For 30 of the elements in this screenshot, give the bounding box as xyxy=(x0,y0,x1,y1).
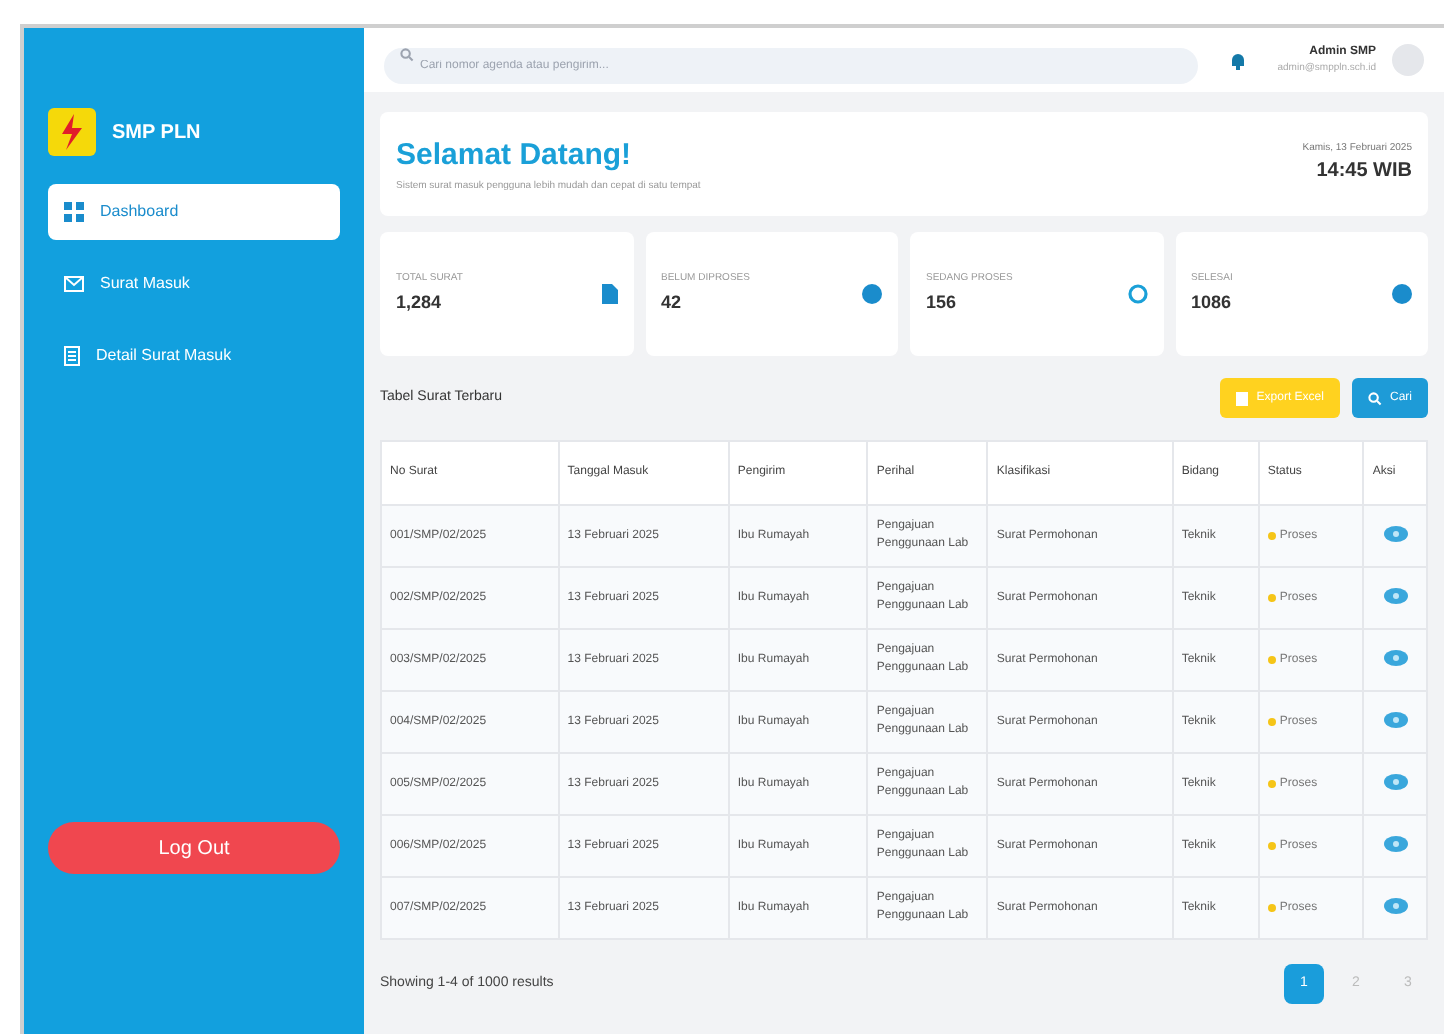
logout-button[interactable]: Log Out xyxy=(48,822,340,874)
grid-icon xyxy=(64,202,84,222)
eye-icon[interactable] xyxy=(1383,836,1408,853)
stat-value: 42 xyxy=(661,290,684,316)
document-icon xyxy=(64,346,80,366)
nav-item[interactable]: Dashboard xyxy=(48,184,340,240)
document-icon xyxy=(1236,391,1249,405)
eye-icon[interactable] xyxy=(1383,774,1408,791)
search-icon xyxy=(1367,391,1382,405)
circle-icon xyxy=(1392,284,1412,304)
time-text: 14:45 WIB xyxy=(1316,158,1412,187)
bell-icon[interactable] xyxy=(1229,51,1246,69)
eye-icon[interactable] xyxy=(1383,898,1408,915)
circle-icon xyxy=(862,284,882,304)
eye-icon[interactable] xyxy=(1383,650,1408,667)
welcome-title: Selamat Datang! xyxy=(396,136,634,176)
brand-name: SMP PLN xyxy=(112,119,201,147)
search-icon xyxy=(400,48,414,62)
stat-value: 156 xyxy=(926,290,959,316)
mail-icon xyxy=(64,276,84,292)
eye-icon[interactable] xyxy=(1383,712,1408,729)
eye-icon[interactable] xyxy=(1383,588,1408,605)
stat-value: 1,284 xyxy=(396,290,444,316)
eye-icon[interactable] xyxy=(1383,526,1408,543)
ring-icon xyxy=(1127,284,1147,304)
logo-icon xyxy=(48,108,96,156)
nav-item[interactable]: Detail Surat Masuk xyxy=(48,328,340,384)
stat-value: 1086 xyxy=(1191,290,1233,316)
document-icon xyxy=(601,284,617,304)
nav-item[interactable]: Surat Masuk xyxy=(48,256,340,312)
